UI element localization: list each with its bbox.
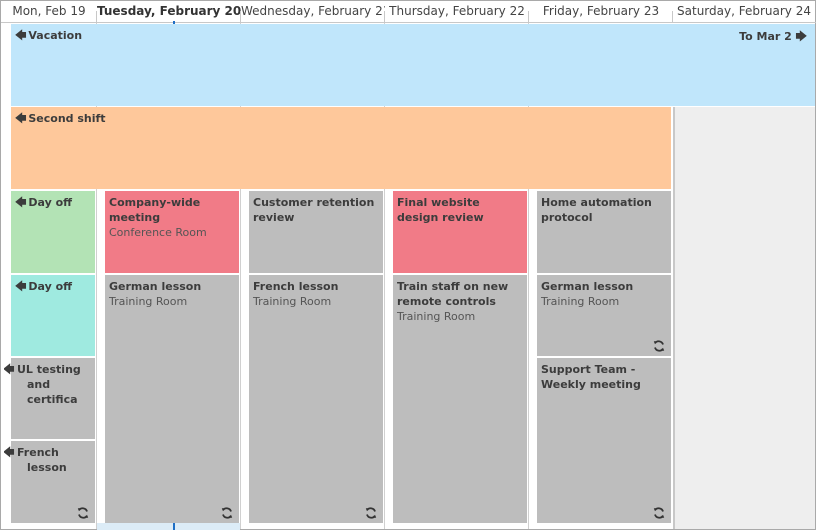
event-status-strip [530, 358, 537, 523]
event-location: Training Room [253, 295, 332, 308]
event-title: Customer retention review [253, 196, 375, 224]
event-status-strip [4, 107, 11, 189]
event-title: Company-wide meeting [109, 196, 201, 224]
event-title: French lesson [253, 280, 339, 293]
event-title: Final website design review [397, 196, 484, 224]
event-day-off[interactable]: 🡄 Day off [4, 191, 95, 273]
event-status-strip [530, 191, 537, 273]
event-status-strip [386, 191, 393, 273]
day-header-row: Mon, Feb 19 Tuesday, February 20 Wednesd… [1, 1, 816, 23]
today-column-footer [97, 523, 240, 530]
arrow-left-icon: 🡄 [15, 280, 27, 293]
event-train-staff[interactable]: Train staff on new remote controls Train… [386, 275, 527, 523]
event-location: Training Room [397, 310, 476, 323]
event-status-strip [98, 275, 105, 523]
event-location: Training Room [109, 295, 188, 308]
saturday-empty-area[interactable] [673, 107, 815, 529]
event-final-website-design-review[interactable]: Final website design review [386, 191, 527, 273]
event-status-strip [4, 24, 11, 106]
event-french-lesson[interactable]: French lesson Training Room [242, 275, 383, 523]
day-header-thu[interactable]: Thursday, February 22 [385, 1, 529, 22]
event-status-strip [98, 191, 105, 273]
day-header-fri[interactable]: Friday, February 23 [529, 1, 673, 22]
event-location: Conference Room [109, 226, 207, 239]
event-title: Day off [28, 280, 73, 293]
event-german-lesson[interactable]: German lesson Training Room [530, 275, 671, 356]
event-day-off[interactable]: 🡄 Day off [4, 275, 95, 356]
event-title: German lesson [109, 280, 202, 293]
event-title: Train staff on new remote controls [397, 280, 509, 308]
event-status-strip [4, 191, 11, 273]
event-status-strip [242, 275, 249, 523]
calendar-week-view: Mon, Feb 19 Tuesday, February 20 Wednesd… [0, 0, 816, 530]
event-ul-testing[interactable]: 🡄UL testing and certifica [4, 358, 95, 439]
event-end-label: To Mar 2 [739, 30, 792, 43]
event-second-shift[interactable]: 🡄 Second shift [4, 107, 671, 189]
event-title: UL testing and certifica [17, 363, 81, 406]
event-title: Second shift [28, 112, 106, 125]
arrow-left-icon: 🡄 [15, 29, 27, 42]
recurring-icon [221, 507, 233, 519]
arrow-left-icon: 🡄 [15, 112, 27, 125]
arrow-right-icon: 🡆 [795, 30, 807, 43]
event-company-wide-meeting[interactable]: Company-wide meeting Conference Room [98, 191, 239, 273]
event-status-strip [242, 191, 249, 273]
event-location: Training Room [541, 295, 620, 308]
event-status-strip [386, 275, 393, 523]
event-french-lesson[interactable]: 🡄French lesson [4, 441, 95, 523]
recurring-icon [653, 340, 665, 352]
day-header-tue[interactable]: Tuesday, February 20 [97, 1, 241, 22]
event-customer-retention-review[interactable]: Customer retention review [242, 191, 383, 273]
event-title: Day off [28, 196, 73, 209]
arrow-left-icon: 🡄 [15, 196, 27, 209]
event-support-team-weekly-meeting[interactable]: Support Team - Weekly meeting [530, 358, 671, 523]
day-header-wed[interactable]: Wednesday, February 21 [241, 1, 385, 22]
event-status-strip [4, 275, 11, 356]
recurring-icon [653, 507, 665, 519]
day-header-sat[interactable]: Saturday, February 24 [673, 1, 815, 22]
event-title: Home automation protocol [541, 196, 652, 224]
event-title: Vacation [28, 29, 83, 42]
event-title: German lesson [541, 280, 634, 293]
event-title: Support Team - Weekly meeting [541, 363, 641, 391]
event-title: French lesson [17, 446, 67, 474]
recurring-icon [365, 507, 377, 519]
current-day-marker [173, 522, 175, 530]
day-header-mon[interactable]: Mon, Feb 19 [1, 1, 97, 22]
event-vacation[interactable]: 🡄 Vacation To Mar 2 🡆 [4, 24, 815, 106]
event-status-strip [530, 275, 537, 356]
event-home-automation-protocol[interactable]: Home automation protocol [530, 191, 671, 273]
event-german-lesson[interactable]: German lesson Training Room [98, 275, 239, 523]
recurring-icon [77, 507, 89, 519]
